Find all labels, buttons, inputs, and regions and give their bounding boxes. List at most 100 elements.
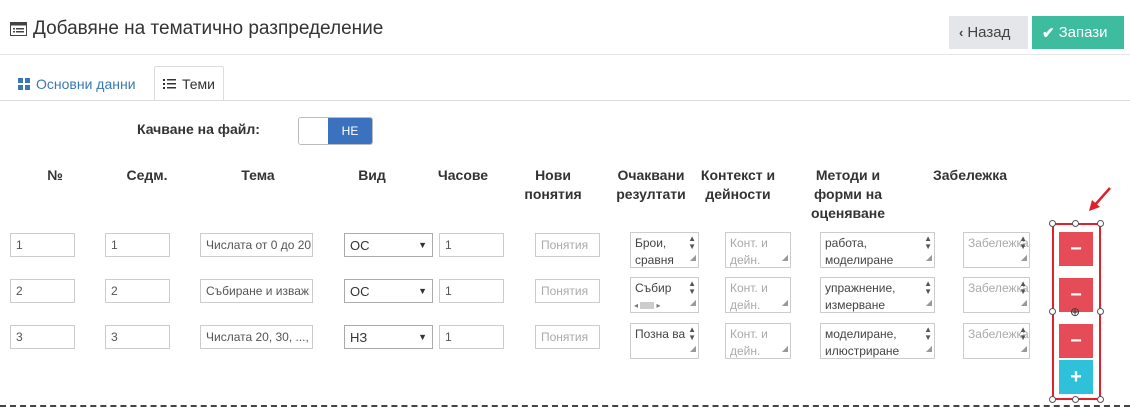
column-header-new-concepts: Нови понятия (524, 167, 582, 202)
row-3-number-input[interactable]: 3 (10, 325, 75, 349)
save-button-label: Запази (1058, 24, 1108, 41)
row-2-context-placeholder: Конт. и дейн. (730, 281, 768, 312)
resize-handle-icon[interactable] (1049, 220, 1056, 227)
row-1-week-input[interactable]: 1 (105, 233, 170, 257)
caret-down-icon: ▼ (418, 240, 427, 250)
row-3-note-textarea[interactable]: Забележка ▲ ▼ ◢ (963, 323, 1030, 359)
back-button[interactable]: ‹ Назад (949, 16, 1028, 49)
grid-icon (18, 77, 30, 90)
resize-grip-icon[interactable]: ◢ (1021, 249, 1027, 266)
file-upload-label: Качване на файл: (137, 121, 260, 137)
resize-grip-icon[interactable]: ◢ (782, 340, 788, 357)
resize-handle-icon[interactable] (1049, 308, 1056, 315)
annotation-arrow-icon (1089, 187, 1111, 211)
row-3-topic-input[interactable]: Числата 20, 30, ..., (200, 325, 313, 349)
column-header-topic: Тема (241, 167, 275, 183)
tabs-divider (0, 100, 1130, 101)
row-3-hours-input[interactable]: 1 (439, 325, 504, 349)
list-alt-icon (10, 22, 27, 36)
horizontal-scrollbar[interactable]: ◂ ▸ (634, 301, 684, 310)
row-2-concepts-input[interactable]: Понятия (535, 279, 600, 303)
row-1-number-input[interactable]: 1 (10, 233, 75, 257)
caret-down-icon: ▼ (418, 286, 427, 296)
row-3-methods-textarea[interactable]: моделиране, илюстриране ▲ ▼ ◢ (820, 323, 935, 359)
tab-topics-label: Теми (182, 75, 215, 92)
move-handle-icon[interactable]: ⊕ (1070, 306, 1080, 318)
resize-grip-icon[interactable]: ◢ (690, 294, 696, 311)
row-1-context-textarea[interactable]: Конт. и дейн. ◢ (725, 232, 791, 268)
column-header-note: Забележка (932, 167, 1008, 183)
resize-handle-icon[interactable] (1097, 308, 1104, 315)
resize-handle-icon[interactable] (1049, 396, 1056, 403)
column-header-hours: Часове (437, 167, 489, 183)
resize-handle-icon[interactable] (1072, 396, 1079, 403)
tab-topics[interactable]: Теми (154, 66, 224, 101)
column-header-number: № (47, 167, 63, 183)
row-1-type-value: ОС (350, 237, 370, 253)
row-2-week-input[interactable]: 2 (105, 279, 170, 303)
resize-grip-icon[interactable]: ◢ (926, 340, 932, 357)
tab-basic-data[interactable]: Основни данни (10, 66, 144, 101)
row-2-number-input[interactable]: 2 (10, 279, 75, 303)
row-1-methods-textarea[interactable]: работа, моделиране ▲ ▼ ◢ (820, 232, 935, 268)
column-header-expected-results: Очаквани резултати (616, 167, 686, 202)
row-3-expected-value: Позна ва (635, 327, 686, 341)
row-3-type-select[interactable]: НЗ ▼ (344, 325, 433, 349)
caret-down-icon: ▼ (418, 332, 427, 342)
resize-handle-icon[interactable] (1097, 220, 1104, 227)
row-2-context-textarea[interactable]: Конт. и дейн. ◢ (725, 277, 791, 313)
chevron-left-icon: ‹ (959, 25, 964, 40)
row-1-hours-input[interactable]: 1 (439, 233, 504, 257)
resize-grip-icon[interactable]: ◢ (1021, 340, 1027, 357)
row-1-note-textarea[interactable]: Забележка ▲ ▼ ◢ (963, 232, 1030, 268)
file-upload-toggle[interactable]: НЕ (298, 117, 373, 145)
resize-grip-icon[interactable]: ◢ (690, 340, 696, 357)
row-3-context-placeholder: Конт. и дейн. (730, 327, 768, 358)
check-icon: ✔ (1042, 24, 1055, 42)
page-break-divider (0, 405, 1130, 407)
row-3-type-value: НЗ (350, 329, 368, 345)
resize-handle-icon[interactable] (1097, 396, 1104, 403)
list-icon (163, 78, 176, 89)
resize-grip-icon[interactable]: ◢ (926, 294, 932, 311)
row-3-expected-textarea[interactable]: Позна ва ▲ ▼ ◢ (630, 323, 699, 359)
resize-grip-icon[interactable]: ◢ (782, 294, 788, 311)
column-header-context: Контекст и дейности (700, 167, 776, 202)
row-3-week-input[interactable]: 3 (105, 325, 170, 349)
row-1-expected-textarea[interactable]: Брои, сравня ▲ ▼ ◢ (630, 232, 699, 268)
header-divider (0, 54, 1130, 55)
row-2-methods-value: упражнение, измерване (825, 281, 896, 312)
row-2-hours-input[interactable]: 1 (439, 279, 504, 303)
column-header-type: Вид (358, 167, 386, 183)
row-1-context-placeholder: Конт. и дейн. (730, 236, 768, 267)
row-1-type-select[interactable]: ОС ▼ (344, 233, 433, 257)
page-title: Добавяне на тематично разпределение (10, 18, 383, 40)
resize-grip-icon[interactable]: ◢ (926, 249, 932, 266)
resize-grip-icon[interactable]: ◢ (1021, 294, 1027, 311)
save-button[interactable]: ✔ Запази (1032, 16, 1124, 49)
row-2-expected-value: Събир (635, 281, 672, 295)
back-button-label: Назад (967, 24, 1011, 41)
row-2-type-select[interactable]: ОС ▼ (344, 279, 433, 303)
row-2-methods-textarea[interactable]: упражнение, измерване ▲ ▼ ◢ (820, 277, 935, 313)
row-2-note-textarea[interactable]: Забележка ▲ ▼ ◢ (963, 277, 1030, 313)
tab-basic-data-label: Основни данни (36, 75, 136, 92)
row-2-type-value: ОС (350, 283, 370, 299)
resize-grip-icon[interactable]: ◢ (690, 249, 696, 266)
toggle-state-label: НЕ (328, 118, 372, 144)
row-1-expected-value: Брои, сравня (635, 236, 674, 267)
page-title-text: Добавяне на тематично разпределение (33, 18, 384, 39)
row-1-topic-input[interactable]: Числата от 0 до 20 (200, 233, 313, 257)
row-2-expected-textarea[interactable]: Събир ▲ ▼ ◂ ▸ ◢ (630, 277, 699, 313)
row-3-concepts-input[interactable]: Понятия (535, 325, 600, 349)
column-header-methods: Методи и форми на оценяване (810, 167, 886, 221)
resize-handle-icon[interactable] (1072, 220, 1079, 227)
row-3-methods-value: моделиране, илюстриране (825, 327, 900, 358)
resize-grip-icon[interactable]: ◢ (782, 249, 788, 266)
column-header-week: Седм. (126, 167, 168, 183)
row-1-concepts-input[interactable]: Понятия (535, 233, 600, 257)
row-1-methods-value: работа, моделиране (825, 236, 894, 267)
row-3-context-textarea[interactable]: Конт. и дейн. ◢ (725, 323, 791, 359)
row-2-topic-input[interactable]: Събиране и изваж (200, 279, 313, 303)
toggle-knob (299, 118, 329, 144)
